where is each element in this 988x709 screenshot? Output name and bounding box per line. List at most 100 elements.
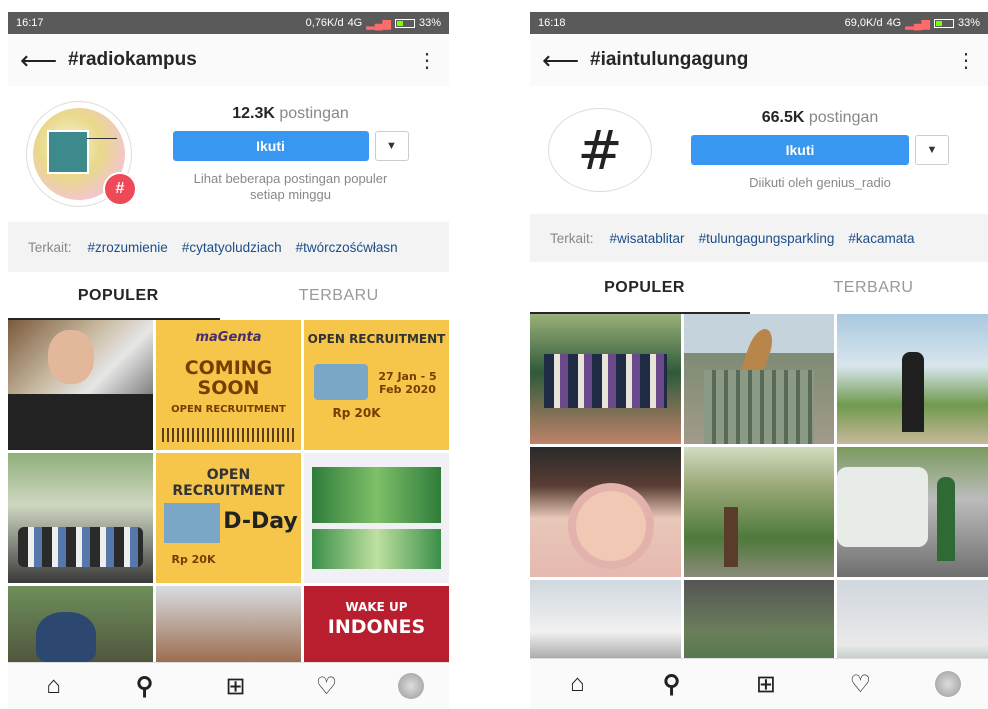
search-icon[interactable]: ⚲ [125, 672, 165, 701]
related-tag[interactable]: #tulungagungsparkling [699, 231, 835, 246]
post-text: WAKE UP [345, 600, 408, 614]
status-battery: 33% [957, 17, 980, 29]
post-count-value: 12.3K [232, 105, 275, 122]
status-time: 16:17 [16, 17, 44, 29]
home-icon[interactable]: ⌂ [557, 670, 597, 698]
post-text: 27 Jan - 5 Feb 2020 [378, 370, 437, 396]
post-count-label: postingan [279, 105, 349, 122]
grid-post[interactable] [304, 453, 449, 583]
signal-icon: ▂▄▆ [905, 17, 930, 30]
phone-left: 16:17 0,76K/d 4G ▂▄▆ 33% ⟵ #radiokampus … [8, 12, 449, 709]
post-building [703, 370, 815, 444]
post-count: 12.3K postingan [232, 105, 349, 123]
tab-popular[interactable]: POPULER [8, 287, 229, 305]
grid-post[interactable] [8, 320, 153, 450]
grid-post[interactable] [530, 314, 681, 444]
grid-post[interactable] [8, 453, 153, 583]
status-network: 4G [886, 17, 902, 29]
dropdown-caret-icon[interactable]: ▼ [374, 131, 409, 161]
post-count: 66.5K postingan [762, 109, 879, 127]
hashtag-badge-icon: # [103, 172, 137, 206]
post-shirt [8, 394, 153, 450]
post-bus [837, 467, 928, 547]
avatar-scribble [87, 128, 117, 139]
post-text: OPEN RECRUITMENT [172, 467, 285, 499]
page-title: #radiokampus [68, 49, 197, 70]
grid-post[interactable] [683, 314, 835, 444]
status-speed: 0,76K/d [305, 17, 344, 29]
app-bar: ⟵ #iaintulungagung ⋮ [530, 34, 988, 86]
bottom-nav: ⌂ ⚲ ⊞ ♡ [530, 658, 988, 709]
profile-avatar-icon[interactable] [397, 673, 424, 699]
grid-post[interactable]: OPEN RECRUITMENT D-Day Rp 20K [156, 453, 301, 583]
post-person [901, 352, 924, 432]
post-waveform [162, 428, 295, 442]
search-icon[interactable]: ⚲ [652, 670, 692, 699]
post-grid: maGenta COMING SOON OPEN RECRUITMENT OPE… [8, 320, 449, 709]
status-network: 4G [347, 17, 363, 29]
grid-post[interactable] [837, 314, 988, 444]
status-bar: 16:18 69,0K/d 4G ▂▄▆ 33% [530, 12, 988, 34]
hashtag-subtitle: Lihat beberapa postingan populer setiap … [193, 171, 388, 202]
status-speed: 69,0K/d [844, 17, 883, 29]
back-arrow-icon[interactable]: ⟵ [542, 45, 590, 76]
related-tag[interactable]: #wisatablitar [610, 231, 685, 246]
post-face [48, 330, 94, 384]
status-bar: 16:17 0,76K/d 4G ▂▄▆ 33% [8, 12, 449, 34]
status-battery: 33% [418, 17, 441, 29]
follow-button[interactable]: Ikuti [691, 135, 909, 165]
more-vertical-icon[interactable]: ⋮ [956, 48, 976, 73]
more-vertical-icon[interactable]: ⋮ [417, 48, 437, 73]
post-text: Rp 20K [332, 406, 381, 420]
add-post-icon[interactable]: ⊞ [746, 670, 786, 699]
heart-icon[interactable]: ♡ [840, 670, 880, 699]
post-text: OPEN RECRUITMENT [307, 332, 446, 346]
tab-popular[interactable]: POPULER [530, 279, 759, 297]
related-label: Terkait: [28, 239, 72, 255]
tab-recent[interactable]: TERBARU [759, 279, 988, 297]
hashtag-info: 66.5K postingan Ikuti ▼ Diikuti oleh gen… [652, 109, 988, 191]
battery-icon [933, 18, 954, 28]
status-time: 16:18 [538, 17, 566, 29]
follow-button[interactable]: Ikuti [172, 131, 369, 161]
related-tags: Terkait: #wisatablitar #tulungagungspark… [530, 214, 988, 262]
post-grid [530, 314, 988, 709]
post-cap [36, 612, 96, 662]
post-photo [312, 529, 441, 569]
hashtag-icon: # [577, 118, 623, 182]
grid-post[interactable] [683, 447, 835, 577]
post-building-top [740, 325, 778, 377]
post-group [18, 527, 143, 567]
post-photo [314, 364, 368, 400]
hashtag-info: 12.3K postingan Ikuti ▼ Lihat beberapa p… [132, 105, 449, 203]
related-tag[interactable]: #twórczośćwłasn [296, 240, 398, 255]
post-text: COMING SOON [184, 357, 273, 399]
status-indicators: 69,0K/d 4G ▂▄▆ 33% [845, 17, 980, 30]
profile-avatar-icon[interactable] [934, 671, 961, 697]
grid-post[interactable] [530, 447, 681, 577]
dropdown-caret-icon[interactable]: ▼ [915, 135, 949, 165]
hashtag-header: # 66.5K postingan Ikuti ▼ Diikuti oleh g… [530, 86, 988, 214]
post-count-value: 66.5K [761, 109, 805, 126]
related-tag[interactable]: #zrozumienie [88, 240, 168, 255]
back-arrow-icon[interactable]: ⟵ [20, 45, 68, 76]
bottom-nav: ⌂ ⚲ ⊞ ♡ [8, 662, 449, 709]
hashtag-header: # 12.3K postingan Ikuti ▼ Lihat beberapa… [8, 86, 449, 222]
home-icon[interactable]: ⌂ [34, 672, 74, 700]
post-person [936, 477, 955, 561]
grid-post[interactable]: OPEN RECRUITMENT 27 Jan - 5 Feb 2020 Rp … [304, 320, 449, 450]
post-text: INDONES [327, 616, 426, 638]
signal-icon: ▂▄▆ [366, 17, 391, 30]
grid-post[interactable]: maGenta COMING SOON OPEN RECRUITMENT [156, 320, 301, 450]
hashtag-avatar: # [548, 108, 652, 192]
heart-icon[interactable]: ♡ [307, 672, 347, 701]
related-tag[interactable]: #kacamata [848, 231, 914, 246]
related-tag[interactable]: #cytatyoludziach [182, 240, 282, 255]
hashtag-avatar: # [26, 101, 137, 207]
post-photo [312, 467, 441, 523]
grid-post[interactable] [837, 447, 988, 577]
post-person [723, 507, 738, 567]
tab-recent[interactable]: TERBARU [229, 287, 450, 305]
add-post-icon[interactable]: ⊞ [216, 672, 256, 701]
page-title: #iaintulungagung [590, 49, 749, 70]
